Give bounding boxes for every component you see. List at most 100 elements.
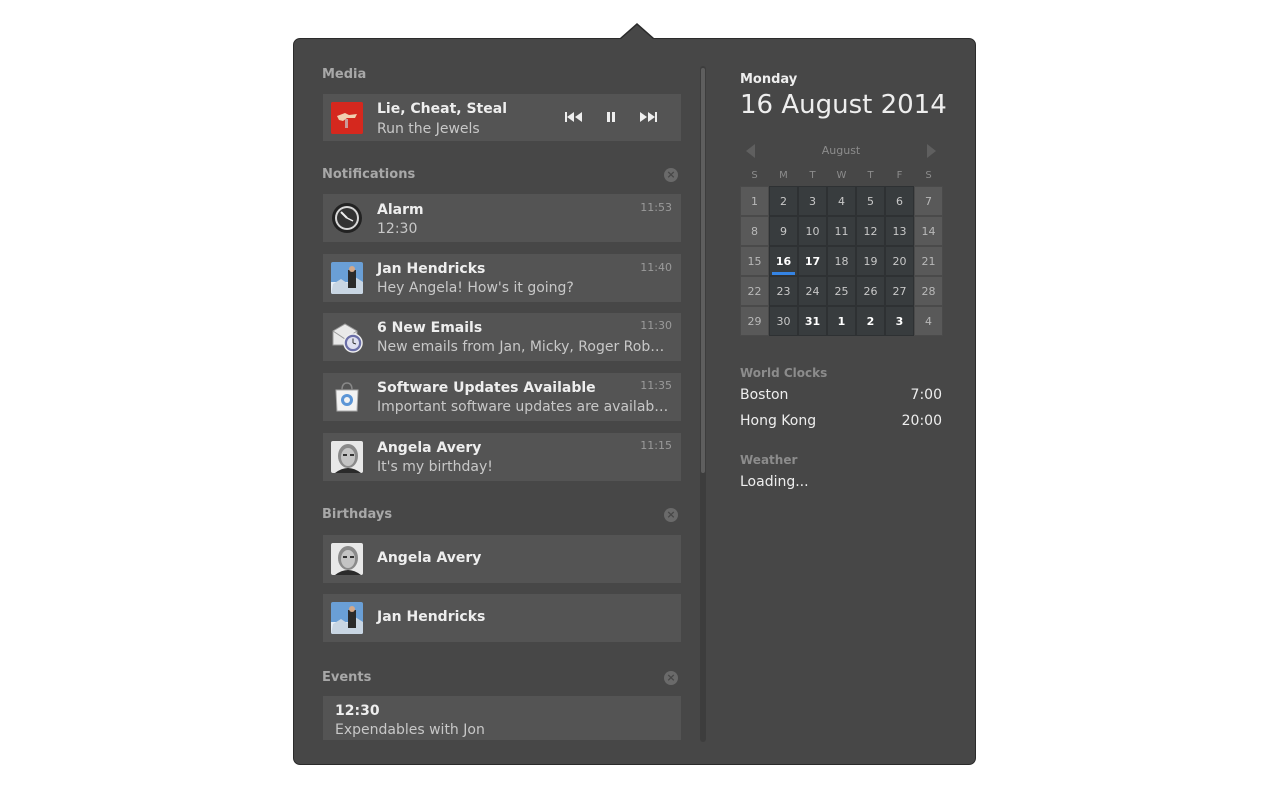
weekday-header-cell: S xyxy=(751,170,758,181)
weekday-header-cell: T xyxy=(809,170,816,181)
popover-arrow xyxy=(621,25,653,39)
calendar-day[interactable]: 28 xyxy=(914,276,943,306)
calendar-day[interactable]: 13 xyxy=(885,216,914,246)
weather-title: Weather xyxy=(740,453,798,467)
notification-body: It's my birthday! xyxy=(377,459,493,475)
album-art xyxy=(331,102,363,134)
birthday-angela-avery[interactable]: Angela Avery xyxy=(323,535,681,583)
avatar-jan-icon xyxy=(331,602,363,634)
weekday-header-cell: F xyxy=(896,170,903,181)
calendar-day[interactable]: 29 xyxy=(740,306,769,336)
calendar-day[interactable]: 31 xyxy=(798,306,827,336)
calendar-weekday-header: SMTWTFS xyxy=(740,170,943,181)
calendar-day[interactable]: 30 xyxy=(769,306,798,336)
calendar-day[interactable]: 2 xyxy=(769,186,798,216)
next-month-button[interactable] xyxy=(927,144,936,158)
event-time: 12:30 xyxy=(335,703,380,719)
calendar-day[interactable]: 17 xyxy=(798,246,827,276)
notification-body: Important software updates are available… xyxy=(377,399,672,415)
world-clock-city: Boston xyxy=(740,387,789,403)
calendar-day[interactable]: 9 xyxy=(769,216,798,246)
mail-icon xyxy=(331,321,363,353)
calendar-month-label: August xyxy=(821,144,861,157)
weekday-header-cell: W xyxy=(836,170,847,181)
notification-title: Software Updates Available xyxy=(377,380,596,396)
full-date-label[interactable]: 16 August 2014 xyxy=(740,90,947,120)
calendar-day[interactable]: 18 xyxy=(827,246,856,276)
calendar-day[interactable]: 4 xyxy=(914,306,943,336)
notification-time: 11:53 xyxy=(640,201,672,214)
calendar-day[interactable]: 8 xyxy=(740,216,769,246)
notification-software-updates[interactable]: Software Updates Available Important sof… xyxy=(323,373,681,421)
calendar-day[interactable]: 23 xyxy=(769,276,798,306)
birthday-name: Jan Hendricks xyxy=(377,609,486,625)
avatar-angela-icon xyxy=(331,543,363,575)
scrollbar-thumb[interactable] xyxy=(701,68,705,473)
calendar-day[interactable]: 12 xyxy=(856,216,885,246)
notification-time: 11:40 xyxy=(640,261,672,274)
notification-time: 11:35 xyxy=(640,379,672,392)
calendar-day[interactable]: 25 xyxy=(827,276,856,306)
calendar-day[interactable]: 24 xyxy=(798,276,827,306)
avatar-jan-icon xyxy=(331,262,363,294)
notification-body: Hey Angela! How's it going? xyxy=(377,280,574,296)
calendar-day[interactable]: 22 xyxy=(740,276,769,306)
software-update-icon xyxy=(331,381,363,413)
pause-button[interactable] xyxy=(601,111,621,125)
calendar-day[interactable]: 1 xyxy=(827,306,856,336)
weather-status[interactable]: Loading... xyxy=(740,474,809,490)
calendar-day[interactable]: 7 xyxy=(914,186,943,216)
notification-new-emails[interactable]: 6 New Emails New emails from Jan, Micky,… xyxy=(323,313,681,361)
previous-track-button[interactable] xyxy=(564,111,584,125)
calendar-day[interactable]: 21 xyxy=(914,246,943,276)
notification-title: 6 New Emails xyxy=(377,320,483,336)
media-track-title: Lie, Cheat, Steal xyxy=(377,101,507,117)
weekday-header-cell: M xyxy=(779,170,788,181)
clock-icon xyxy=(331,202,363,234)
world-clock-row[interactable]: Boston 7:00 xyxy=(740,387,942,403)
calendar-grid: 1 2 3 4 5 6 7 8 9 10 11 12 13 14 15 16 17 18 19 20 21 22 23 24 2… xyxy=(740,186,943,336)
calendar-day-today[interactable]: 16 xyxy=(769,246,798,276)
world-clock-row[interactable]: Hong Kong 20:00 xyxy=(740,413,942,429)
calendar-day[interactable]: 14 xyxy=(914,216,943,246)
notification-alarm[interactable]: Alarm 12:30 11:53 xyxy=(323,194,681,242)
world-clock-city: Hong Kong xyxy=(740,413,817,429)
calendar-day[interactable]: 3 xyxy=(798,186,827,216)
notification-body: 12:30 xyxy=(377,221,418,237)
world-clock-time: 7:00 xyxy=(910,387,942,403)
events-section-title: Events xyxy=(322,670,372,685)
calendar-day[interactable]: 15 xyxy=(740,246,769,276)
media-artist: Run the Jewels xyxy=(377,121,480,137)
calendar-day[interactable]: 2 xyxy=(856,306,885,336)
notification-angela-avery[interactable]: Angela Avery It's my birthday! 11:15 xyxy=(323,433,681,481)
notification-time: 11:30 xyxy=(640,319,672,332)
previous-month-button[interactable] xyxy=(746,144,755,158)
calendar-day[interactable]: 4 xyxy=(827,186,856,216)
clear-notifications-button[interactable]: × xyxy=(664,168,678,182)
calendar-day[interactable]: 20 xyxy=(885,246,914,276)
notification-jan-hendricks[interactable]: Jan Hendricks Hey Angela! How's it going… xyxy=(323,254,681,302)
calendar-day[interactable]: 11 xyxy=(827,216,856,246)
notifications-section-title: Notifications xyxy=(322,167,416,182)
weekday-header-cell: T xyxy=(867,170,874,181)
notification-title: Jan Hendricks xyxy=(377,261,486,277)
media-player[interactable]: Lie, Cheat, Steal Run the Jewels xyxy=(323,94,681,141)
calendar-day[interactable]: 6 xyxy=(885,186,914,216)
next-track-button[interactable] xyxy=(639,111,659,125)
calendar-day[interactable]: 19 xyxy=(856,246,885,276)
avatar-angela-icon xyxy=(331,441,363,473)
calendar-day[interactable]: 26 xyxy=(856,276,885,306)
birthday-jan-hendricks[interactable]: Jan Hendricks xyxy=(323,594,681,642)
calendar-day[interactable]: 3 xyxy=(885,306,914,336)
media-section-title: Media xyxy=(322,67,367,82)
calendar-day[interactable]: 27 xyxy=(885,276,914,306)
calendar-day[interactable]: 10 xyxy=(798,216,827,246)
event-item[interactable]: 12:30 Expendables with Jon xyxy=(323,696,681,740)
calendar-day[interactable]: 1 xyxy=(740,186,769,216)
notification-title: Alarm xyxy=(377,202,424,218)
calendar-day[interactable]: 5 xyxy=(856,186,885,216)
notification-time: 11:15 xyxy=(640,439,672,452)
weekday-label: Monday xyxy=(740,72,798,87)
clear-events-button[interactable]: × xyxy=(664,671,678,685)
clear-birthdays-button[interactable]: × xyxy=(664,508,678,522)
